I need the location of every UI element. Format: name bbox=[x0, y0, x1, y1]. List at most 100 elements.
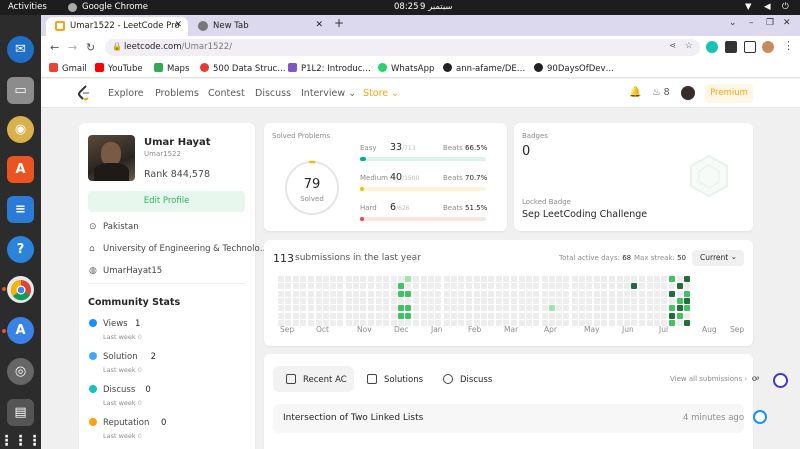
bookmark-youtube[interactable]: YouTube bbox=[95, 63, 143, 74]
heatmap-cell[interactable] bbox=[571, 290, 578, 297]
heatmap-cell[interactable] bbox=[623, 305, 630, 312]
heatmap-cell[interactable] bbox=[375, 276, 382, 282]
heatmap-cell[interactable] bbox=[450, 283, 457, 290]
tab-discuss[interactable]: Discuss bbox=[443, 366, 492, 392]
bookmark-maps[interactable]: Maps bbox=[154, 63, 189, 74]
heatmap-cell[interactable] bbox=[556, 290, 563, 297]
heatmap-cell[interactable] bbox=[413, 283, 420, 290]
heatmap-cell[interactable] bbox=[600, 276, 607, 282]
heatmap-cell[interactable] bbox=[616, 305, 623, 312]
heatmap-cell[interactable] bbox=[383, 297, 390, 304]
heatmap-cell[interactable] bbox=[586, 297, 593, 304]
heatmap-cell[interactable] bbox=[345, 312, 352, 319]
heatmap-cell[interactable] bbox=[541, 283, 548, 290]
heatmap-cell[interactable] bbox=[593, 305, 600, 312]
nav-store[interactable]: Store ⌄ bbox=[363, 88, 399, 99]
view-all-submissions-link[interactable]: View all submissions › bbox=[670, 375, 747, 383]
heatmap-cell[interactable] bbox=[661, 305, 668, 312]
heatmap-cell[interactable] bbox=[571, 319, 578, 326]
heatmap-cell[interactable] bbox=[397, 312, 404, 319]
premium-button[interactable]: Premium bbox=[705, 84, 753, 103]
heatmap-cell[interactable] bbox=[646, 283, 653, 290]
heatmap-cell[interactable] bbox=[465, 297, 472, 304]
heatmap-cell[interactable] bbox=[473, 297, 480, 304]
heatmap-cell[interactable] bbox=[322, 305, 329, 312]
heatmap-cell[interactable] bbox=[413, 290, 420, 297]
heatmap-cell[interactable] bbox=[668, 276, 675, 282]
heatmap-cell[interactable] bbox=[435, 305, 442, 312]
heatmap-cell[interactable] bbox=[308, 290, 315, 297]
heatmap-cell[interactable] bbox=[609, 297, 616, 304]
heatmap-cell[interactable] bbox=[299, 290, 306, 297]
heatmap-cell[interactable] bbox=[337, 297, 344, 304]
heatmap-cell[interactable] bbox=[322, 283, 329, 290]
heatmap-cell[interactable] bbox=[631, 297, 638, 304]
heatmap-cell[interactable] bbox=[330, 312, 337, 319]
heatmap-cell[interactable] bbox=[511, 312, 518, 319]
disk-icon[interactable]: ◎ bbox=[7, 358, 34, 385]
clock[interactable]: 08:25 bbox=[394, 2, 419, 12]
heatmap-cell[interactable] bbox=[684, 305, 691, 312]
files-icon[interactable]: ▭ bbox=[7, 77, 34, 104]
heatmap-cell[interactable] bbox=[600, 319, 607, 326]
heatmap-cell[interactable] bbox=[623, 297, 630, 304]
heatmap-cell[interactable] bbox=[443, 297, 450, 304]
notification-bell-icon[interactable]: 🔔 bbox=[629, 87, 641, 98]
heatmap-cell[interactable] bbox=[375, 290, 382, 297]
heatmap-cell[interactable] bbox=[503, 290, 509, 297]
heatmap-cell[interactable] bbox=[488, 305, 495, 312]
volume-icon[interactable]: ◀ bbox=[764, 2, 771, 12]
heatmap-cell[interactable] bbox=[586, 283, 593, 290]
heatmap-cell[interactable] bbox=[609, 312, 616, 319]
heatmap-cell[interactable] bbox=[450, 290, 457, 297]
heatmap-cell[interactable] bbox=[525, 319, 532, 326]
address-bar[interactable]: 🔒 leetcode.com/Umar1522/ ⋖ ☆ bbox=[105, 39, 700, 56]
heatmap-cell[interactable] bbox=[616, 290, 623, 297]
heatmap-cell[interactable] bbox=[345, 290, 352, 297]
heatmap-cell[interactable] bbox=[443, 276, 450, 282]
tab-close-icon[interactable]: ✕ bbox=[315, 20, 323, 30]
heatmap-cell[interactable] bbox=[292, 276, 299, 282]
heatmap-cell[interactable] bbox=[541, 297, 548, 304]
heatmap-cell[interactable] bbox=[285, 283, 292, 290]
heatmap-cell[interactable] bbox=[450, 276, 457, 282]
heatmap-cell[interactable] bbox=[443, 319, 450, 326]
heatmap-cell[interactable] bbox=[481, 305, 488, 312]
heatmap-cell[interactable] bbox=[278, 290, 284, 297]
heatmap-cell[interactable] bbox=[571, 276, 578, 282]
heatmap-cell[interactable] bbox=[684, 276, 691, 282]
heatmap-cell[interactable] bbox=[443, 290, 450, 297]
heatmap-cell[interactable] bbox=[473, 305, 480, 312]
heatmap-cell[interactable] bbox=[495, 290, 502, 297]
heatmap-cell[interactable] bbox=[330, 319, 337, 326]
heatmap-cell[interactable] bbox=[676, 305, 683, 312]
active-app-name[interactable]: Google Chrome bbox=[82, 2, 148, 12]
heatmap-cell[interactable] bbox=[548, 297, 555, 304]
heatmap-cell[interactable] bbox=[661, 312, 668, 319]
heatmap-cell[interactable] bbox=[586, 290, 593, 297]
heatmap-cell[interactable] bbox=[661, 297, 668, 304]
heatmap-cell[interactable] bbox=[330, 276, 337, 282]
heatmap-cell[interactable] bbox=[481, 312, 488, 319]
heatmap-cell[interactable] bbox=[616, 297, 623, 304]
heatmap-cell[interactable] bbox=[676, 312, 683, 319]
heatmap-cell[interactable] bbox=[579, 283, 585, 290]
heatmap-cell[interactable] bbox=[405, 297, 412, 304]
heatmap-cell[interactable] bbox=[390, 312, 397, 319]
heatmap-cell[interactable] bbox=[337, 312, 344, 319]
heatmap-cell[interactable] bbox=[292, 305, 299, 312]
heatmap-cell[interactable] bbox=[458, 305, 465, 312]
heatmap-cell[interactable] bbox=[308, 297, 315, 304]
heatmap-cell[interactable] bbox=[533, 312, 540, 319]
heatmap-cell[interactable] bbox=[353, 276, 359, 282]
heatmap-cell[interactable] bbox=[533, 283, 540, 290]
heatmap-cell[interactable] bbox=[511, 297, 518, 304]
heatmap-cell[interactable] bbox=[383, 290, 390, 297]
show-apps-icon[interactable]: ⋮⋮⋮ bbox=[0, 427, 42, 449]
heatmap-cell[interactable] bbox=[556, 312, 563, 319]
heatmap-cell[interactable] bbox=[646, 312, 653, 319]
heatmap-cell[interactable] bbox=[503, 276, 509, 282]
heatmap-cell[interactable] bbox=[571, 283, 578, 290]
heatmap-cell[interactable] bbox=[420, 290, 427, 297]
heatmap-cell[interactable] bbox=[420, 283, 427, 290]
